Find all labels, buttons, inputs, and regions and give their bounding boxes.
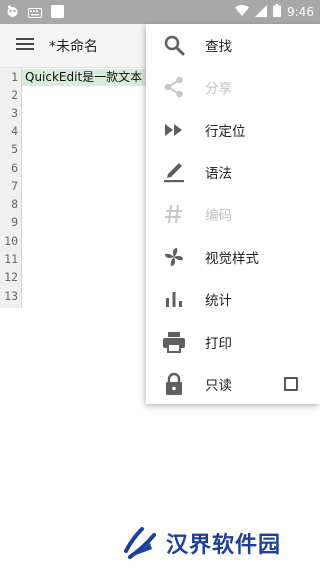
line-number: 4: [11, 124, 18, 138]
battery-icon: [273, 4, 282, 20]
menu-item-find[interactable]: 查找: [146, 24, 320, 66]
hamburger-icon: [16, 36, 34, 55]
app-icon: [6, 3, 19, 22]
menu-item-statistics[interactable]: 统计: [146, 278, 320, 320]
menu-item-label: 分享: [205, 81, 232, 97]
line-number: 3: [11, 106, 18, 120]
line-number: 11: [4, 252, 18, 266]
menu-item-label: 只读: [205, 378, 232, 394]
watermark-logo-icon: [120, 521, 160, 565]
menu-item-label: 查找: [205, 39, 232, 55]
wifi-icon: [235, 5, 250, 19]
watermark: 汉界软件园: [120, 518, 320, 568]
menu-item-read-only[interactable]: 只读: [146, 363, 320, 405]
fast-forward-icon: [160, 116, 188, 144]
signal-icon: [255, 4, 268, 20]
bar-chart-icon: [160, 285, 188, 313]
menu-item-label: 统计: [205, 293, 232, 309]
line-number: 5: [11, 142, 18, 156]
menu-item-print[interactable]: 打印: [146, 321, 320, 363]
status-bar: 9:46: [0, 0, 320, 24]
line-number: 9: [11, 215, 18, 229]
search-icon: [160, 31, 188, 59]
pinwheel-icon: [160, 243, 188, 271]
pen-icon: [160, 158, 188, 186]
status-time: 9:46: [287, 5, 314, 19]
menu-item-visual-style[interactable]: 视觉样式: [146, 236, 320, 278]
lock-icon: [160, 370, 188, 398]
line-number: 2: [11, 88, 18, 102]
menu-item-label: 语法: [205, 166, 232, 182]
line-number: 13: [4, 289, 18, 303]
menu-item-syntax[interactable]: 语法: [146, 151, 320, 193]
line-number: 8: [11, 197, 18, 211]
line-number: 7: [11, 179, 18, 193]
hash-icon: [160, 200, 188, 228]
overflow-menu: 查找 分享 行定位 语法 编码 视觉样式 统计 打印 只读: [146, 24, 320, 404]
menu-item-label: 视觉样式: [205, 251, 259, 267]
document-title: *未命名: [49, 38, 98, 55]
hamburger-menu-button[interactable]: [5, 24, 45, 68]
line-number: 1: [11, 70, 18, 84]
menu-item-label: 打印: [205, 336, 232, 352]
square-icon: [51, 3, 64, 22]
editor-line-1-text[interactable]: QuickEdit是一款文本: [25, 69, 142, 86]
share-icon: [160, 73, 188, 101]
keyboard-icon: [28, 3, 42, 22]
printer-icon: [160, 328, 188, 356]
menu-item-label: 行定位: [205, 124, 246, 140]
line-number: 10: [4, 234, 18, 248]
read-only-checkbox[interactable]: [284, 377, 298, 391]
line-number: 12: [4, 270, 18, 284]
line-number: 6: [11, 161, 18, 175]
menu-item-share[interactable]: 分享: [146, 66, 320, 108]
menu-item-label: 编码: [205, 208, 232, 224]
menu-item-goto-line[interactable]: 行定位: [146, 109, 320, 151]
watermark-text: 汉界软件园: [166, 533, 282, 558]
menu-item-encoding[interactable]: 编码: [146, 193, 320, 235]
